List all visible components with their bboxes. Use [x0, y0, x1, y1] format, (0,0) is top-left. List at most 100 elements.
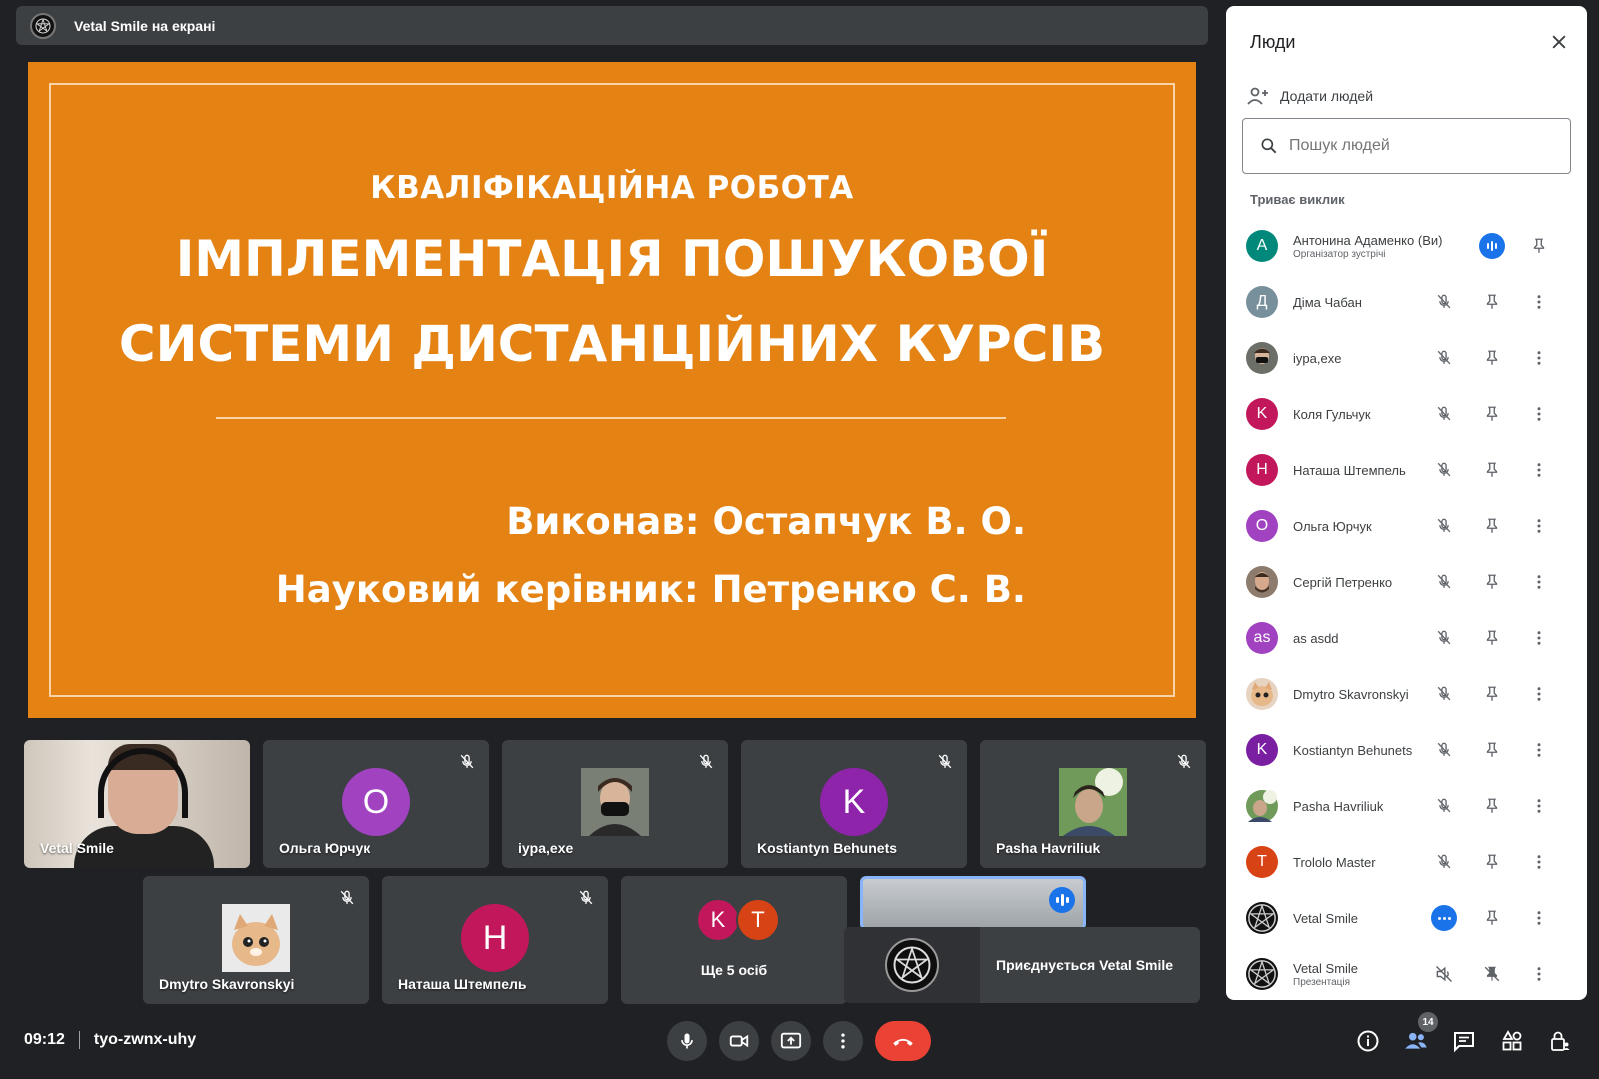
more-vert-icon[interactable] [1526, 401, 1552, 427]
more-participants-tile[interactable]: K T Ще 5 осіб [621, 876, 847, 1004]
close-panel-button[interactable] [1545, 28, 1573, 56]
pin-button[interactable] [1479, 793, 1505, 819]
more-vert-icon[interactable] [1526, 905, 1552, 931]
person-row[interactable]: iypa,exe [1226, 330, 1587, 386]
pin-button[interactable] [1479, 513, 1505, 539]
person-avatar: A [1246, 230, 1278, 262]
mic-off-icon[interactable] [1431, 457, 1457, 483]
person-row[interactable]: Сергій Петренко [1226, 554, 1587, 610]
person-avatar: Н [1246, 454, 1278, 486]
pin-button[interactable] [1479, 569, 1505, 595]
more-vert-icon[interactable] [1526, 345, 1552, 371]
more-vert-icon[interactable] [1526, 849, 1552, 875]
presenting-label: Vetal Smile на екрані [74, 17, 216, 34]
self-camera-tile[interactable] [860, 876, 1086, 930]
person-name: Ольга Юрчук [1293, 518, 1372, 534]
more-vert-icon[interactable] [1526, 289, 1552, 315]
cat-photo-icon [222, 904, 290, 972]
pin-button[interactable] [1479, 681, 1505, 707]
mic-off-icon [938, 754, 952, 769]
person-role: Презентація [1293, 976, 1351, 988]
leave-call-button[interactable] [875, 1021, 931, 1061]
person-row[interactable]: O Ольга Юрчук [1226, 498, 1587, 554]
mic-off-icon[interactable] [1431, 513, 1457, 539]
add-people-label: Додати людей [1280, 88, 1374, 104]
more-vert-icon[interactable] [1526, 793, 1552, 819]
participant-tile-pasha[interactable]: Pasha Havriliuk [980, 740, 1206, 868]
person-row[interactable]: A Антонина Адаменко (Ви) Організатор зуст… [1226, 218, 1587, 274]
more-vert-icon[interactable] [1526, 513, 1552, 539]
more-vert-icon[interactable] [1526, 457, 1552, 483]
microphone-button[interactable] [667, 1021, 707, 1061]
person-row[interactable]: as as asdd [1226, 610, 1587, 666]
mic-off-icon[interactable] [1431, 401, 1457, 427]
participant-tile-natasha[interactable]: Н Наташа Штемпель [382, 876, 608, 1004]
person-name: Vetal Smile [1293, 960, 1359, 976]
person-row[interactable]: Д Діма Чабан [1226, 274, 1587, 330]
people-icon [1405, 1032, 1427, 1049]
pin-button[interactable] [1479, 289, 1505, 315]
activities-shapes-icon [1502, 1030, 1522, 1051]
person-row[interactable]: Pasha Havriliuk [1226, 778, 1587, 834]
tile-name: Наташа Штемпель [398, 976, 527, 992]
mic-off-icon[interactable] [1431, 737, 1457, 763]
meeting-code[interactable]: tyo-zwnx-uhy [94, 1031, 196, 1049]
person-row[interactable]: T Trololo Master [1226, 834, 1587, 890]
slide-supervisor: Науковий керівник: Петренко С. В. [275, 568, 1026, 611]
pin-button[interactable] [1479, 401, 1505, 427]
mic-off-icon[interactable] [1431, 849, 1457, 875]
slide-title-line1: ІМПЛЕМЕНТАЦІЯ ПОШУКОВОЇ [175, 230, 1049, 288]
volume-off-icon[interactable] [1431, 961, 1457, 987]
meeting-info-button[interactable] [1354, 1027, 1382, 1055]
participant-tile-kostiantyn[interactable]: K Kostiantyn Behunets [741, 740, 967, 868]
participant-tile-dmytro[interactable]: Dmytro Skavronskyi [143, 876, 369, 1004]
more-vert-icon[interactable] [1526, 737, 1552, 763]
speaking-icon [1479, 233, 1505, 259]
participant-tile-vetal-smile[interactable]: Vetal Smile [24, 740, 250, 868]
panel-title: Люди [1250, 32, 1296, 52]
tile-name: iypa,exe [518, 840, 574, 856]
more-vert-icon[interactable] [1526, 961, 1552, 987]
mic-off-icon[interactable] [1431, 289, 1457, 315]
pin-off-button[interactable] [1479, 961, 1505, 987]
pin-button[interactable] [1479, 905, 1505, 931]
pin-button[interactable] [1479, 737, 1505, 763]
pin-button[interactable] [1479, 625, 1505, 651]
clock: 09:12 [24, 1031, 65, 1048]
mic-off-icon[interactable] [1431, 681, 1457, 707]
pin-icon [1486, 910, 1498, 925]
pin-button[interactable] [1479, 345, 1505, 371]
participant-tile-iypa[interactable]: iypa,exe [502, 740, 728, 868]
chat-button[interactable] [1450, 1027, 1478, 1055]
mic-off-icon[interactable] [1431, 569, 1457, 595]
mic-off-icon[interactable] [1431, 793, 1457, 819]
more-options-button[interactable] [823, 1021, 863, 1061]
more-vert-icon[interactable] [1526, 681, 1552, 707]
person-row[interactable]: K Kostiantyn Behunets [1226, 722, 1587, 778]
person-photo-avatar [1246, 958, 1278, 990]
pin-button[interactable] [1479, 457, 1505, 483]
pin-button[interactable] [1526, 233, 1552, 259]
host-controls-button[interactable] [1546, 1027, 1574, 1055]
activities-button[interactable] [1498, 1027, 1526, 1055]
more-vert-icon[interactable] [1526, 625, 1552, 651]
people-list: A Антонина Адаменко (Ви) Організатор зуст… [1226, 218, 1587, 1002]
more-vert-icon[interactable] [1526, 569, 1552, 595]
search-input[interactable] [1289, 137, 1549, 155]
pin-button[interactable] [1479, 849, 1505, 875]
participant-photo [222, 904, 290, 972]
present-screen-button[interactable] [771, 1021, 811, 1061]
add-people-button[interactable]: Додати людей [1246, 84, 1373, 108]
person-row[interactable]: Dmytro Skavronskyi [1226, 666, 1587, 722]
person-row[interactable]: Vetal Smile [1226, 890, 1587, 946]
camera-button[interactable] [719, 1021, 759, 1061]
participant-tile-olga[interactable]: O Ольга Юрчук [263, 740, 489, 868]
mic-off-icon[interactable] [1431, 625, 1457, 651]
mic-off-icon[interactable] [1431, 345, 1457, 371]
tile-name: Kostiantyn Behunets [757, 840, 898, 856]
person-row[interactable]: Vetal Smile Презентація [1226, 946, 1587, 1002]
person-row[interactable]: K Коля Гульчук [1226, 386, 1587, 442]
person-row[interactable]: Н Наташа Штемпель [1226, 442, 1587, 498]
face-photo-icon [1059, 768, 1127, 836]
people-search[interactable] [1242, 118, 1571, 174]
